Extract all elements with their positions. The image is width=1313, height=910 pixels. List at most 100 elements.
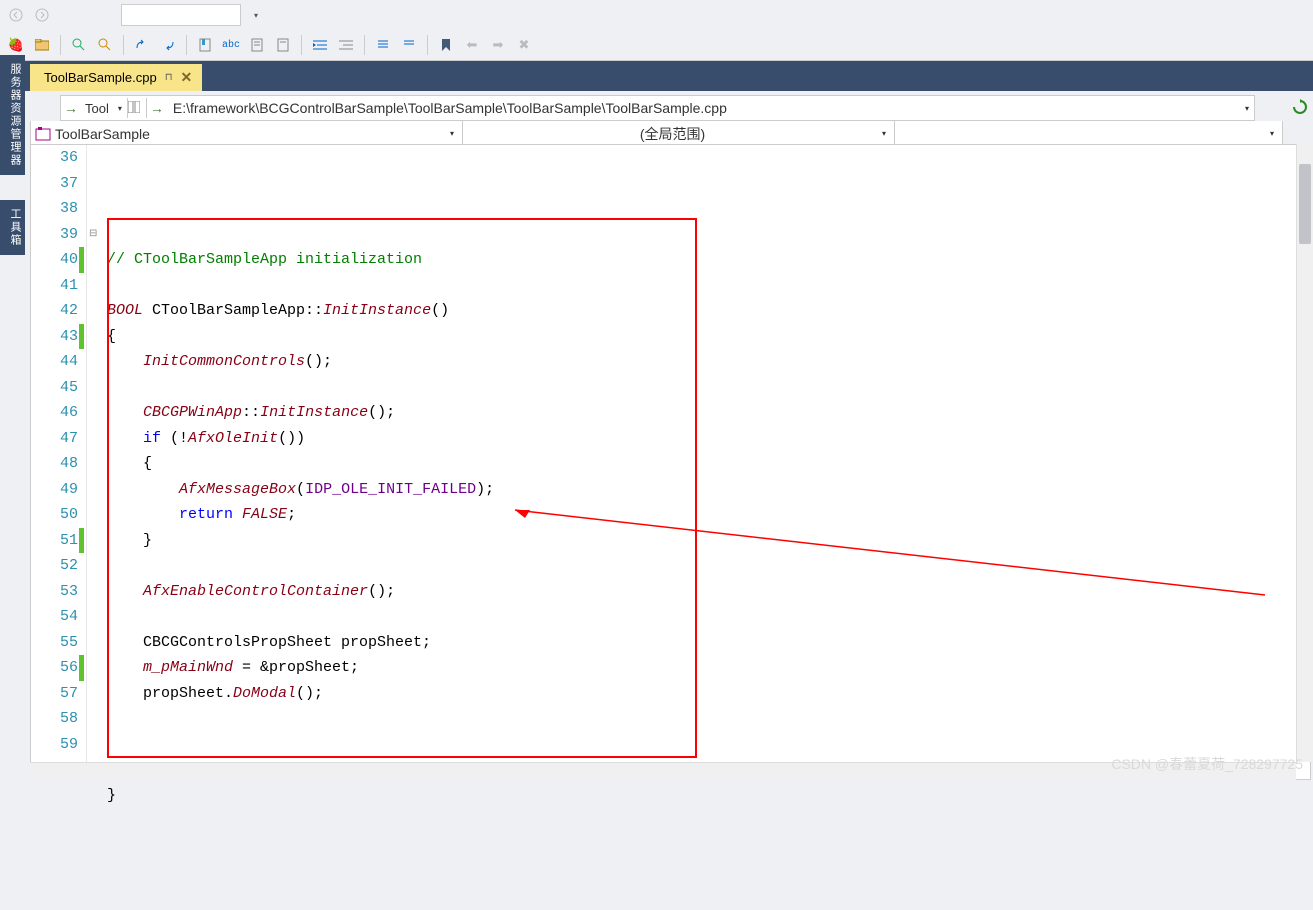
chevron-down-icon[interactable]: ▾ bbox=[446, 129, 458, 138]
code-line[interactable] bbox=[107, 222, 1310, 248]
outdent-icon[interactable] bbox=[335, 34, 357, 56]
line-number: 51 bbox=[31, 528, 78, 554]
code-line[interactable]: propSheet.DoModal(); bbox=[107, 681, 1310, 707]
find-next-icon[interactable] bbox=[94, 34, 116, 56]
find-icon[interactable] bbox=[68, 34, 90, 56]
line-number: 52 bbox=[31, 553, 78, 579]
rename-icon[interactable]: abc bbox=[220, 34, 242, 56]
line-number: 45 bbox=[31, 375, 78, 401]
code-line[interactable] bbox=[107, 808, 1310, 834]
separator bbox=[123, 35, 124, 55]
nav-arrow-2[interactable]: → bbox=[147, 96, 167, 120]
tab-filename: ToolBarSample.cpp bbox=[44, 70, 157, 85]
nav-scope-dd-icon[interactable]: ▾ bbox=[113, 104, 127, 113]
code-line[interactable] bbox=[107, 604, 1310, 630]
code-line[interactable]: CBCGControlsPropSheet propSheet; bbox=[107, 630, 1310, 656]
pin-icon[interactable]: ⊓ bbox=[165, 72, 173, 83]
line-number: 53 bbox=[31, 579, 78, 605]
code-line[interactable]: // CToolBarSampleApp initialization bbox=[107, 247, 1310, 273]
nav-fwd-icon[interactable] bbox=[31, 4, 53, 26]
bookmark-toggle-icon[interactable] bbox=[435, 34, 457, 56]
code-line[interactable] bbox=[107, 273, 1310, 299]
line-number: 54 bbox=[31, 604, 78, 630]
document-icon[interactable] bbox=[246, 34, 268, 56]
bookmark-icon[interactable] bbox=[194, 34, 216, 56]
vertical-scrollbar[interactable] bbox=[1296, 144, 1313, 762]
server-explorer-panel[interactable]: 服务器资源管理器 bbox=[0, 55, 25, 175]
nav-arrow-icon[interactable] bbox=[157, 34, 179, 56]
project-icon bbox=[35, 126, 51, 142]
path-dd-icon[interactable]: ▾ bbox=[1240, 104, 1254, 113]
code-line[interactable]: m_pMainWnd = &propSheet; bbox=[107, 655, 1310, 681]
code-line[interactable]: if (!AfxOleInit()) bbox=[107, 426, 1310, 452]
chevron-down-icon[interactable]: ▾ bbox=[1266, 129, 1278, 138]
code-line[interactable]: AfxMessageBox(IDP_OLE_INIT_FAILED); bbox=[107, 477, 1310, 503]
bookmark-clear-icon[interactable]: ✖ bbox=[513, 34, 535, 56]
code-line[interactable]: CBCGPWinApp::InitInstance(); bbox=[107, 400, 1310, 426]
line-number: 55 bbox=[31, 630, 78, 656]
code-line[interactable]: { bbox=[107, 324, 1310, 350]
file-tab-active[interactable]: ToolBarSample.cpp ⊓ ✕ bbox=[30, 64, 202, 91]
bookmark-next-icon[interactable]: ➡ bbox=[487, 34, 509, 56]
line-number: 39 bbox=[31, 222, 78, 248]
nav-back-icon[interactable] bbox=[5, 4, 27, 26]
separator bbox=[427, 35, 428, 55]
horizontal-scrollbar[interactable] bbox=[30, 762, 1296, 780]
project-scope-label: ToolBarSample bbox=[55, 126, 446, 142]
code-line[interactable]: BOOL CToolBarSampleApp::InitInstance() bbox=[107, 298, 1310, 324]
line-number: 37 bbox=[31, 171, 78, 197]
code-line[interactable]: } bbox=[107, 783, 1310, 809]
toolbox-panel[interactable]: 工具箱 bbox=[0, 200, 25, 255]
close-icon[interactable]: ✕ bbox=[181, 69, 193, 86]
dropdown-arrow-icon[interactable]: ▾ bbox=[245, 4, 267, 26]
chevron-down-icon[interactable]: ▾ bbox=[878, 129, 890, 138]
uncomment-icon[interactable] bbox=[398, 34, 420, 56]
code-line[interactable]: { bbox=[107, 451, 1310, 477]
code-editor[interactable]: 3637383940414243444546474849505152535455… bbox=[30, 144, 1311, 780]
nav-arrow-1[interactable]: → bbox=[61, 96, 81, 120]
nav-scope-label[interactable]: Tool bbox=[81, 101, 113, 116]
line-number: 58 bbox=[31, 706, 78, 732]
strawberry-icon[interactable]: 🍓 bbox=[5, 34, 27, 56]
refresh-icon[interactable] bbox=[1289, 95, 1311, 119]
line-number: 48 bbox=[31, 451, 78, 477]
document2-icon[interactable] bbox=[272, 34, 294, 56]
comment-icon[interactable] bbox=[372, 34, 394, 56]
toolbar-row-2: 🍓 abc ⬅ ➡ ✖ bbox=[0, 30, 1313, 60]
project-scope-dropdown[interactable]: ToolBarSample ▾ bbox=[31, 121, 463, 146]
line-number: 59 bbox=[31, 732, 78, 758]
code-area[interactable]: // CToolBarSampleApp initialization BOOL … bbox=[105, 145, 1310, 779]
code-line[interactable] bbox=[107, 553, 1310, 579]
line-number: 36 bbox=[31, 145, 78, 171]
folder-icon[interactable] bbox=[31, 34, 53, 56]
fold-toggle-icon[interactable]: ⊟ bbox=[89, 228, 97, 240]
file-path[interactable]: E:\framework\BCGControlBarSample\ToolBar… bbox=[167, 100, 1240, 116]
scrollbar-thumb[interactable] bbox=[1299, 164, 1311, 244]
tab-bar: ToolBarSample.cpp ⊓ ✕ bbox=[0, 61, 1313, 91]
code-line[interactable]: InitCommonControls(); bbox=[107, 349, 1310, 375]
separator bbox=[186, 35, 187, 55]
nav-row: → Tool ▾ → E:\framework\BCGControlBarSam… bbox=[60, 95, 1255, 121]
replace-icon[interactable] bbox=[131, 34, 153, 56]
watermark: CSDN @春蕾夏荷_728297725 bbox=[1111, 754, 1303, 774]
member-scope-dropdown[interactable]: ▾ bbox=[895, 121, 1282, 146]
code-line[interactable]: } bbox=[107, 528, 1310, 554]
line-number: 42 bbox=[31, 298, 78, 324]
code-line[interactable] bbox=[107, 375, 1310, 401]
range-scope-dropdown[interactable]: (全局范围) ▾ bbox=[463, 121, 895, 146]
code-line[interactable]: AfxEnableControlContainer(); bbox=[107, 579, 1310, 605]
line-number: 46 bbox=[31, 400, 78, 426]
separator bbox=[364, 35, 365, 55]
line-number: 38 bbox=[31, 196, 78, 222]
bookmark-prev-icon[interactable]: ⬅ bbox=[461, 34, 483, 56]
nav-split-icon[interactable] bbox=[128, 101, 146, 116]
line-number: 43 bbox=[31, 324, 78, 350]
code-line[interactable]: return FALSE; bbox=[107, 502, 1310, 528]
toolbar-dropdown[interactable] bbox=[121, 4, 241, 26]
top-toolbars: ▾ 🍓 abc ⬅ ➡ ✖ bbox=[0, 0, 1313, 61]
code-line[interactable] bbox=[107, 706, 1310, 732]
line-number: 47 bbox=[31, 426, 78, 452]
indent-icon[interactable] bbox=[309, 34, 331, 56]
line-number: 57 bbox=[31, 681, 78, 707]
separator bbox=[60, 35, 61, 55]
